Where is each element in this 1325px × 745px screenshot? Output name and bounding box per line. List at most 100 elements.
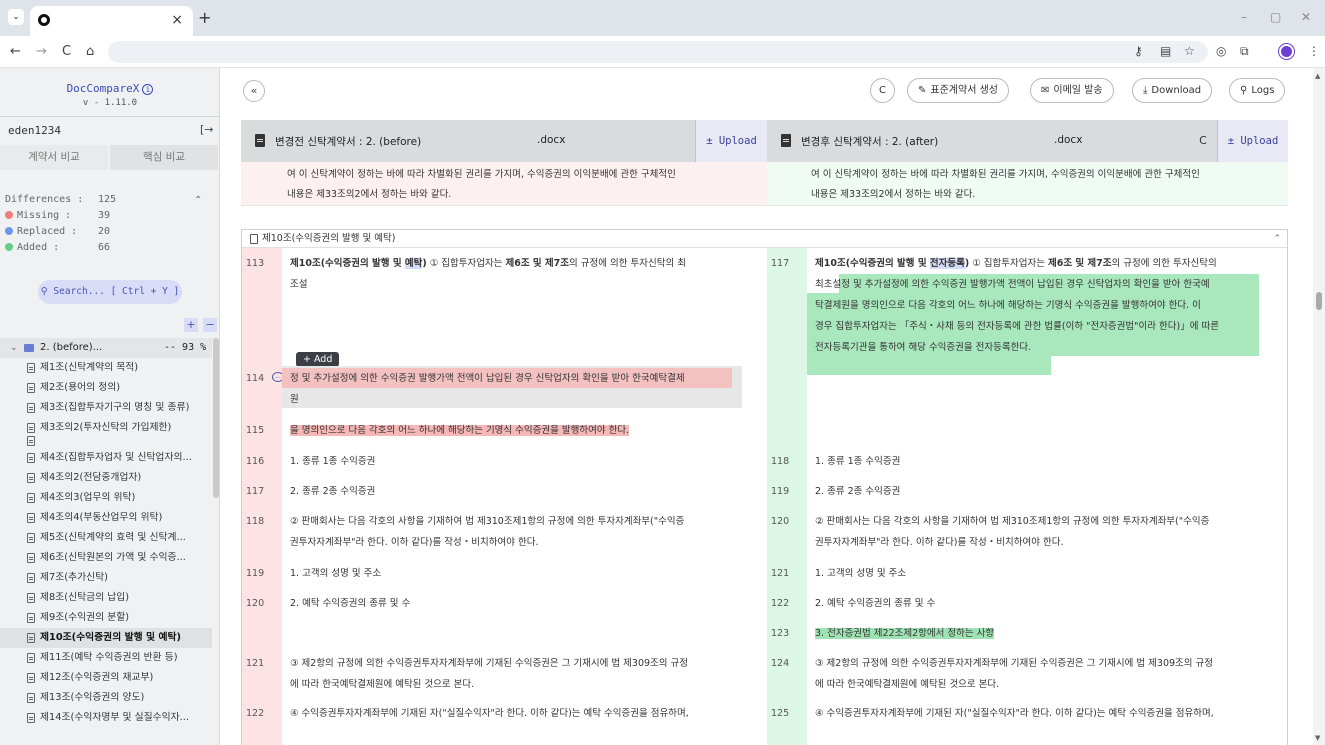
url-input[interactable]	[108, 41, 1208, 63]
before-column: 113 제10조(수익증권의 발행 및 예탁) ① 집합투자업자는 제6조 및 …	[242, 248, 767, 745]
scroll-up-icon[interactable]: ▲	[1315, 72, 1320, 80]
text: 권투자자계좌부"라 한다. 이하 같다)를 작성・비치하여야 한다.	[290, 537, 539, 548]
tree-item[interactable]: 제4조의3(업무의 위탁)	[0, 488, 212, 508]
line-number: 113	[246, 258, 265, 269]
diff-line: ② 판매회사는 다음 각호의 사항을 기재하여 법 제310조제1항의 규정에 …	[290, 511, 740, 553]
tree-item[interactable]: 제8조(신탁금의 납입)	[0, 588, 212, 608]
tab-core-compare[interactable]: 핵심 비교	[110, 145, 218, 170]
profile-avatar[interactable]	[1279, 44, 1294, 59]
window-close-icon[interactable]: ✕	[1301, 10, 1311, 24]
bookmark-star-icon[interactable]: ☆	[1184, 44, 1195, 58]
before-upload-button[interactable]: ± Upload	[695, 120, 767, 162]
after-refresh-icon[interactable]: C	[1189, 120, 1217, 162]
info-icon[interactable]: i	[142, 84, 154, 95]
stat-replaced: Replaced : 20	[5, 226, 110, 237]
added-text: 3. 전자증권법 제22조제2항에서 정하는 사항	[815, 628, 995, 639]
send-email-label: 이메일 발송	[1053, 85, 1103, 96]
tree-item[interactable]: 제12조(수익증권의 재교부)	[0, 668, 212, 688]
maximize-icon[interactable]: ▢	[1270, 10, 1281, 24]
tree-item[interactable]: 제1조(신탁계약의 목적)	[0, 358, 212, 378]
tree-item[interactable]: 제5조(신탁계약의 효력 및 신탁계...	[0, 528, 212, 548]
scrollbar-thumb[interactable]	[1316, 292, 1322, 310]
logout-icon[interactable]: [→	[200, 123, 214, 136]
stat-value: 39	[98, 210, 111, 221]
diff-line: 1. 종류 1종 수익증권	[290, 456, 376, 467]
section-collapse-icon[interactable]: ⌃	[1273, 230, 1281, 248]
stats-collapse-icon[interactable]: ⌃	[194, 195, 202, 206]
text: 제10조(수익증권의 발행 및 전자등록) ① 집합투자업자는 제6조 및 제7…	[815, 253, 1285, 274]
tree-item[interactable]: 제2조(용어의 정의)	[0, 378, 212, 398]
extensions-icon[interactable]: ⧉	[1240, 44, 1249, 59]
section-header[interactable]: 제10조(수익증권의 발행 및 예탁) ⌃	[242, 230, 1287, 248]
chevron-down-icon[interactable]: ⌄	[10, 338, 18, 358]
download-label: Download	[1151, 85, 1202, 96]
tree-item-label: 제4조의4(부동산업무의 위탁)	[40, 512, 163, 523]
expand-all-button[interactable]: +	[184, 318, 198, 332]
home-icon[interactable]: ⌂	[86, 44, 94, 59]
tree-item[interactable]: 제6조(신탁원본의 가액 및 수익증...	[0, 548, 212, 568]
refresh-button[interactable]: C	[870, 78, 895, 103]
send-email-button[interactable]: ✉ 이메일 발송	[1030, 78, 1114, 103]
tab-close-icon[interactable]: ×	[171, 12, 183, 28]
document-icon	[27, 493, 35, 503]
tree-item[interactable]: 제4조(집합투자업자 및 신탁업자의...	[0, 448, 212, 468]
text: 조설	[290, 279, 308, 290]
tab-search-dropdown-icon[interactable]: ⌄	[8, 9, 24, 25]
stat-label: Replaced :	[17, 226, 78, 237]
document-icon	[27, 533, 35, 543]
forward-icon[interactable]: →	[36, 44, 47, 59]
password-key-icon[interactable]: ⚷	[1134, 44, 1143, 58]
tree-item[interactable]: 제3조(집합투자기구의 명칭 및 종류)	[0, 398, 212, 418]
collapse-sidebar-button[interactable]: «	[243, 80, 265, 102]
minimize-icon[interactable]: –	[1241, 10, 1247, 24]
translate-icon[interactable]: ▤	[1160, 44, 1171, 58]
diff-line: 2. 예탁 수익증권의 종류 및 수	[815, 598, 936, 609]
diff-line: ④ 수익증권투자자계좌부에 기재된 자("실질수익자"라 한다. 이하 같다)는…	[290, 708, 689, 719]
page-scrollbar[interactable]: ▲ ▼	[1313, 68, 1325, 745]
document-icon	[27, 423, 35, 433]
reload-icon[interactable]: C	[62, 44, 71, 59]
stat-label: Added :	[17, 242, 60, 253]
document-icon	[27, 553, 35, 563]
tree-item[interactable]: 제9조(수익권의 분할)	[0, 608, 212, 628]
text: ② 판매회사는 다음 각호의 사항을 기재하여 법 제310조제1항의 규정에 …	[290, 516, 685, 527]
refresh-icon: C	[879, 85, 886, 96]
document-icon	[250, 234, 258, 244]
sidebar-scrollbar[interactable]	[213, 338, 219, 498]
tree-root[interactable]: ⌄ 2. (before)... -- 93 %	[0, 338, 212, 358]
download-button[interactable]: ⤓ Download	[1132, 78, 1213, 103]
browser-menu-icon[interactable]: ⋮	[1308, 44, 1320, 58]
added-text: 탁결제원을 명의인으로 다음 각호의 어느 하나에 해당하는 기명식 수익증권을…	[815, 300, 1201, 311]
browser-tab[interactable]: ×	[30, 6, 193, 36]
line-number: 116	[246, 456, 265, 467]
scroll-down-icon[interactable]: ▼	[1315, 734, 1320, 742]
tree-item-selected[interactable]: 제10조(수익증권의 발행 및 예탁)	[0, 628, 212, 648]
screenshot-icon[interactable]: ◎	[1216, 44, 1226, 58]
tree-item[interactable]: 제7조(추가신탁)	[0, 568, 212, 588]
added-dot-icon	[5, 243, 13, 251]
username: eden1234	[8, 124, 61, 137]
after-upload-button[interactable]: ± Upload	[1217, 120, 1288, 162]
diff-line: 제10조(수익증권의 발행 및 전자등록) ① 집합투자업자는 제6조 및 제7…	[815, 253, 1285, 358]
standard-contract-button[interactable]: ✎ 표준계약서 생성	[907, 78, 1009, 103]
stat-added: Added : 66	[5, 242, 110, 253]
add-comment-button[interactable]: + Add	[296, 352, 340, 367]
replaced-dot-icon	[5, 227, 13, 235]
tree-item[interactable]: 제4조의4(부동산업무의 위탁)	[0, 508, 212, 528]
tree-item[interactable]: 제4조의2(전담중개업자)	[0, 468, 212, 488]
line-number: 117	[246, 486, 265, 497]
collapse-all-button[interactable]: −	[203, 318, 217, 332]
search-label: Search... [ Ctrl + Y ]	[53, 286, 180, 297]
tree-item[interactable]: 제14조(수익자명부 및 실질수익자...	[0, 708, 212, 728]
back-icon[interactable]: ←	[10, 44, 21, 59]
tab-contract-compare[interactable]: 계약서 비교	[0, 145, 108, 170]
tree-item[interactable]: 제13조(수익증권의 양도)	[0, 688, 212, 708]
line-number: 122	[771, 598, 790, 609]
tree-item[interactable]: 제11조(예탁 수익증권의 반환 등)	[0, 648, 212, 668]
search-button[interactable]: ⚲ Search... [ Ctrl + Y ]	[38, 280, 182, 304]
line-number: 114	[246, 373, 265, 384]
logs-button[interactable]: ⚲ Logs	[1229, 78, 1286, 103]
search-icon: ⚲	[40, 286, 54, 297]
new-tab-icon[interactable]: +	[198, 8, 211, 27]
tree-item[interactable]	[0, 434, 212, 448]
